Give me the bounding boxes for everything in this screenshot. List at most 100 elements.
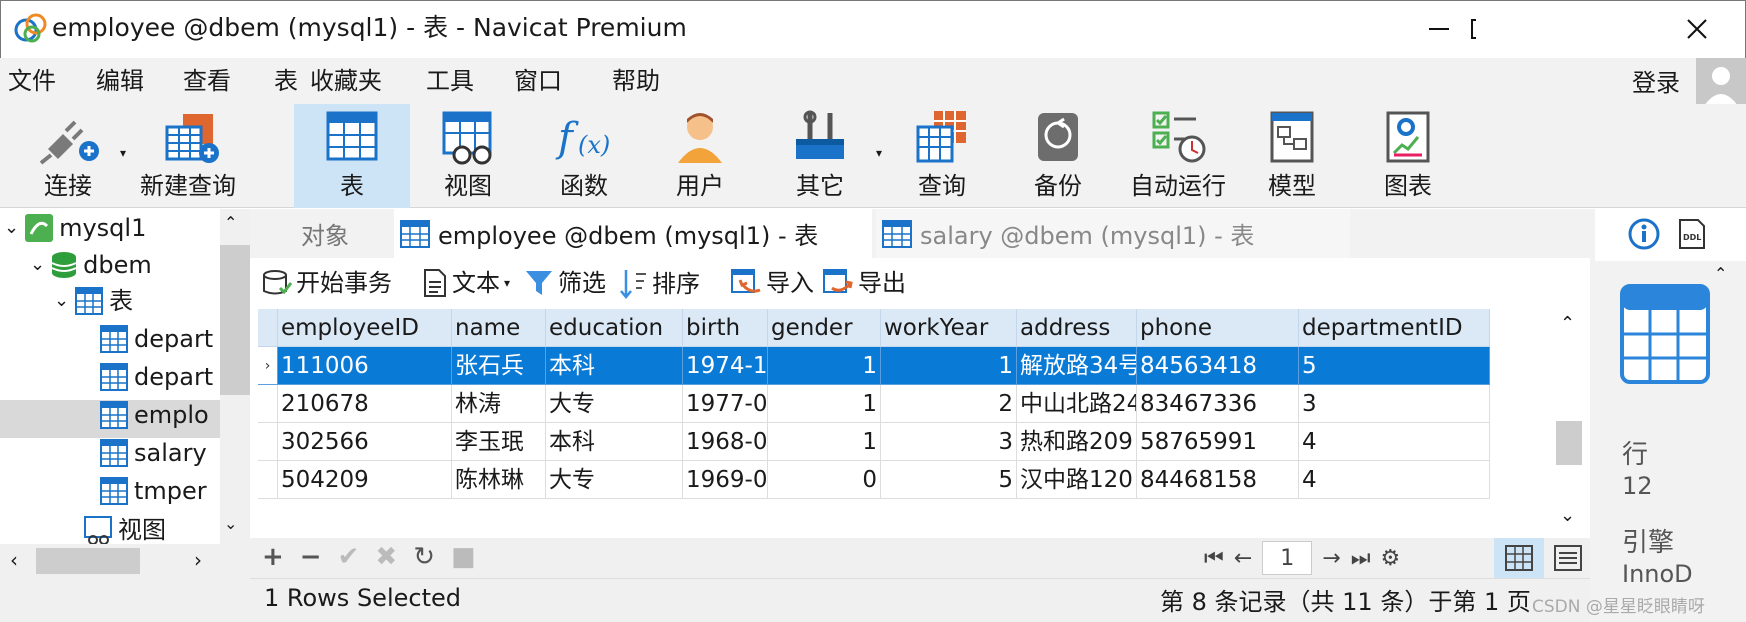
scroll-right-icon[interactable]: ›	[194, 548, 202, 572]
column-header[interactable]: education	[546, 309, 683, 347]
grid-vertical-scrollbar[interactable]: ⌃ ⌄	[1548, 309, 1588, 529]
column-header[interactable]: gender	[768, 309, 881, 347]
login-link[interactable]: 登录	[1632, 68, 1680, 98]
cell-name[interactable]: 李玉珉	[452, 423, 546, 461]
toolbar-automation[interactable]: 自动运行	[1118, 104, 1238, 208]
tree-item-table[interactable]: depart	[100, 324, 218, 354]
stop-icon[interactable]: ■	[451, 542, 476, 572]
scroll-down-icon[interactable]: ⌄	[224, 514, 237, 533]
import-button[interactable]: 导入	[730, 268, 814, 298]
scrollbar-thumb[interactable]	[1556, 421, 1582, 465]
add-record-icon[interactable]: +	[262, 542, 284, 572]
table-row[interactable]: 210678 林涛 大专 1977-0( 1 2 中山北路24 83467336…	[258, 385, 1490, 423]
column-header[interactable]: employeeID	[278, 309, 452, 347]
cell-gender[interactable]: 1	[768, 347, 881, 385]
cell-education[interactable]: 大专	[546, 385, 683, 423]
tree-item-mysql1[interactable]: ⌄ mysql1	[4, 213, 146, 243]
cell-birth[interactable]: 1968-0(	[683, 423, 768, 461]
column-header[interactable]: address	[1017, 309, 1137, 347]
toolbar-query[interactable]: 查询	[894, 104, 990, 208]
cell-birth[interactable]: 1974-1(	[683, 347, 768, 385]
apply-changes-icon[interactable]: ✔	[338, 542, 360, 572]
menu-table[interactable]: 表	[274, 66, 298, 96]
scroll-up-icon[interactable]: ⌃	[1560, 313, 1575, 334]
table-row[interactable]: 302566 李玉珉 本科 1968-0( 1 3 热和路209 5876599…	[258, 423, 1490, 461]
toolbar-table[interactable]: 表	[294, 104, 410, 208]
cell-departmentid[interactable]: 4	[1299, 423, 1490, 461]
tree-item-tables-group[interactable]: ⌄ 表	[54, 286, 133, 316]
toolbar-backup[interactable]: 备份	[1010, 104, 1106, 208]
chevron-down-icon[interactable]: ⌄	[54, 286, 69, 316]
menu-view[interactable]: 查看	[183, 66, 231, 96]
cell-gender[interactable]: 1	[768, 423, 881, 461]
column-header[interactable]: phone	[1137, 309, 1299, 347]
other-dropdown-icon[interactable]: ▾	[876, 146, 882, 160]
tab-objects[interactable]: 对象	[258, 209, 392, 258]
menu-favorites[interactable]: 收藏夹	[310, 66, 382, 96]
tree-item-table[interactable]: tmper	[100, 476, 218, 506]
toolbar-view[interactable]: 视图	[420, 104, 516, 208]
menu-help[interactable]: 帮助	[612, 66, 660, 96]
cell-employeeid[interactable]: 210678	[278, 385, 452, 423]
settings-gear-icon[interactable]: ⚙	[1381, 546, 1401, 571]
toolbar-other[interactable]: 其它	[770, 104, 870, 208]
next-page-icon[interactable]: →	[1322, 546, 1340, 571]
tree-item-dbem[interactable]: ⌄ dbem	[30, 250, 152, 280]
cell-birth[interactable]: 1969-0(	[683, 461, 768, 499]
toolbar-user[interactable]: 用户	[652, 104, 748, 208]
sidebar-vertical-scrollbar[interactable]: ⌃ ⌄	[220, 209, 250, 544]
cell-address[interactable]: 中山北路24	[1017, 385, 1137, 423]
toolbar-new-query[interactable]: 新建查询	[128, 104, 248, 208]
text-button[interactable]: 文本 ▾	[422, 268, 510, 298]
export-button[interactable]: 导出	[822, 268, 906, 298]
scroll-down-icon[interactable]: ⌄	[1560, 505, 1575, 526]
column-header[interactable]: birth	[683, 309, 768, 347]
cell-name[interactable]: 陈林琳	[452, 461, 546, 499]
grid-view-button[interactable]	[1494, 538, 1544, 578]
tab-salary[interactable]: salary @dbem (mysql1) - 表	[876, 209, 1350, 258]
menu-edit[interactable]: 编辑	[96, 66, 144, 96]
last-page-icon[interactable]: ⏭	[1351, 546, 1371, 571]
cell-gender[interactable]: 0	[768, 461, 881, 499]
toolbar-chart[interactable]: 图表	[1360, 104, 1456, 208]
filter-button[interactable]: 筛选	[524, 268, 606, 298]
column-header[interactable]: workYear	[881, 309, 1017, 347]
maximize-button-icon-wrap[interactable]	[1406, 4, 1476, 54]
chevron-down-icon[interactable]: ⌄	[4, 213, 19, 243]
page-number-input[interactable]: 1	[1262, 541, 1313, 575]
column-header[interactable]: departmentID	[1299, 309, 1490, 347]
cell-workyear[interactable]: 3	[881, 423, 1017, 461]
cell-phone[interactable]: 84468158	[1137, 461, 1299, 499]
tab-employee[interactable]: employee @dbem (mysql1) - 表	[394, 209, 872, 258]
scrollbar-thumb[interactable]	[36, 548, 140, 574]
cell-workyear[interactable]: 1	[881, 347, 1017, 385]
cell-departmentid[interactable]: 3	[1299, 385, 1490, 423]
tree-item-table-selected[interactable]: emplo	[100, 400, 218, 430]
table-row-selected[interactable]: › 111006 张石兵 本科 1974-1( 1 1 解放路34号 84563…	[258, 347, 1490, 385]
column-header[interactable]: name	[452, 309, 546, 347]
sort-button[interactable]: 排序	[618, 268, 700, 300]
cell-birth[interactable]: 1977-0(	[683, 385, 768, 423]
discard-changes-icon[interactable]: ✖	[375, 542, 397, 572]
close-button[interactable]	[1662, 4, 1732, 54]
menu-file[interactable]: 文件	[8, 66, 56, 96]
cell-departmentid[interactable]: 4	[1299, 461, 1490, 499]
cell-education[interactable]: 大专	[546, 461, 683, 499]
cell-phone[interactable]: 83467336	[1137, 385, 1299, 423]
connect-dropdown-icon[interactable]: ▾	[120, 146, 126, 160]
toolbar-function[interactable]: f (x) 函数	[536, 104, 632, 208]
tree-item-table[interactable]: salary	[100, 438, 218, 468]
scroll-left-icon[interactable]: ‹	[10, 548, 18, 572]
cell-name[interactable]: 林涛	[452, 385, 546, 423]
cell-name[interactable]: 张石兵	[452, 347, 546, 385]
sidebar-horizontal-scrollbar[interactable]: ‹ ›	[0, 544, 250, 578]
refresh-icon[interactable]: ↻	[413, 542, 435, 572]
toolbar-model[interactable]: 模型	[1244, 104, 1340, 208]
cell-address[interactable]: 解放路34号	[1017, 347, 1137, 385]
cell-phone[interactable]: 58765991	[1137, 423, 1299, 461]
avatar[interactable]	[1696, 58, 1746, 108]
menu-tools[interactable]: 工具	[426, 66, 474, 96]
cell-employeeid[interactable]: 111006	[278, 347, 452, 385]
cell-workyear[interactable]: 2	[881, 385, 1017, 423]
cell-phone[interactable]: 84563418	[1137, 347, 1299, 385]
